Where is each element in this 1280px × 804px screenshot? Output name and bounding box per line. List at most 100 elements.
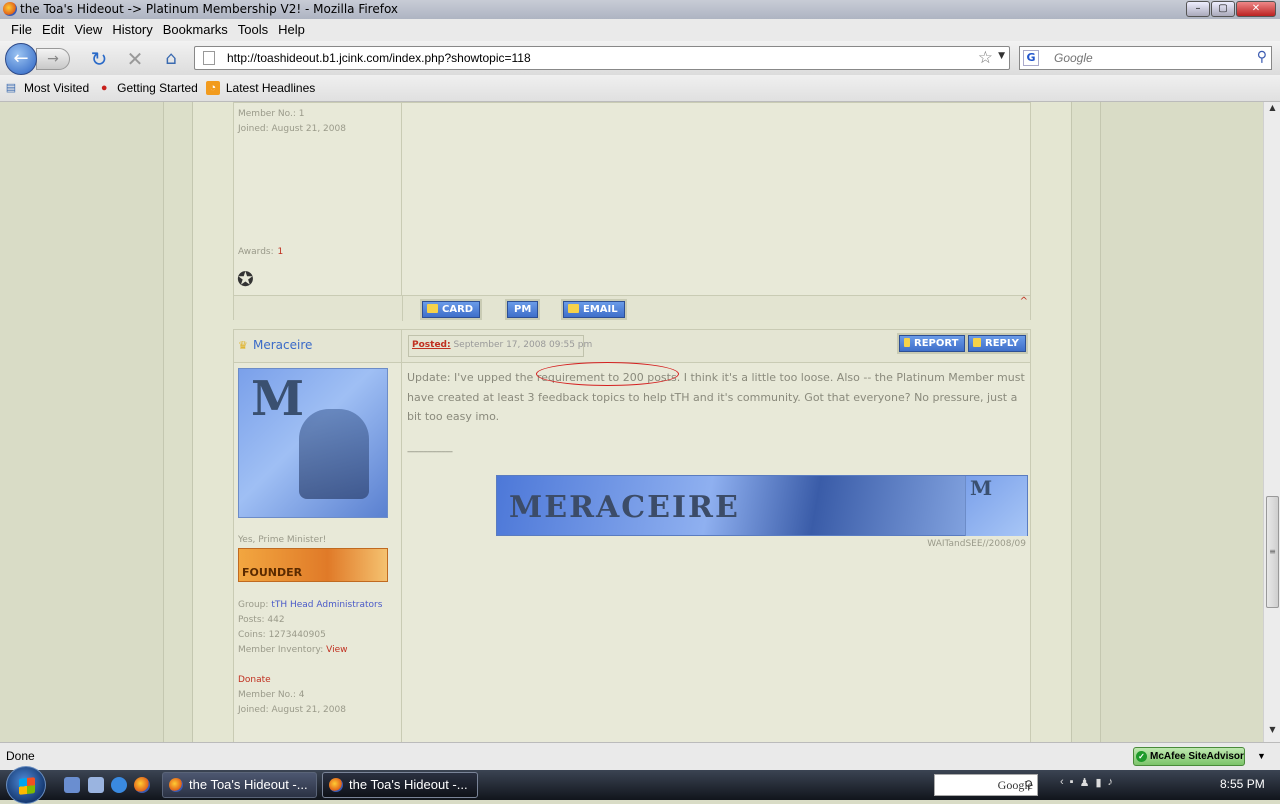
- volume-icon[interactable]: ♪: [1108, 776, 1114, 789]
- vertical-scrollbar[interactable]: ▲ ≡ ▼: [1263, 102, 1280, 742]
- menu-help[interactable]: Help: [273, 19, 310, 41]
- arrow-right-icon: →: [47, 51, 59, 67]
- award-star-icon[interactable]: ✪: [237, 267, 254, 291]
- signature-avatar: M: [965, 476, 1027, 536]
- scroll-thumb[interactable]: ≡: [1266, 496, 1279, 608]
- pm-button[interactable]: PM: [507, 301, 539, 318]
- bookmark-label: Latest Headlines: [225, 81, 316, 95]
- search-icon[interactable]: ⚲: [1257, 49, 1267, 65]
- bookmark-icon: ▤: [5, 82, 17, 94]
- post-author-column: Member No.: 1 Joined: August 21, 2008 Aw…: [234, 103, 402, 295]
- card-button[interactable]: CARD: [422, 301, 481, 318]
- reply-button[interactable]: REPLY: [968, 335, 1026, 352]
- menu-bookmarks[interactable]: Bookmarks: [158, 19, 233, 41]
- member-title: Yes, Prime Minister!: [238, 535, 327, 545]
- email-button[interactable]: EMAIL: [563, 301, 625, 318]
- start-button[interactable]: [6, 766, 46, 804]
- rss-icon: ◔: [205, 81, 220, 95]
- stop-button[interactable]: ✕: [124, 48, 146, 70]
- taskbar-item-firefox-1[interactable]: the Toa's Hideout -...: [162, 772, 317, 798]
- google-engine-icon[interactable]: G: [1023, 50, 1039, 66]
- firefox-logo-icon: [3, 2, 17, 16]
- post-header: ♛ Meraceire Posted: September 17, 2008 0…: [234, 330, 1030, 363]
- taskbar-item-firefox-2[interactable]: the Toa's Hideout -...: [322, 772, 478, 798]
- envelope-icon: [568, 304, 579, 313]
- report-label: REPORT: [914, 338, 959, 349]
- browser-window: the Toa's Hideout -> Platinum Membership…: [0, 0, 1280, 770]
- search-icon[interactable]: ⚲: [1024, 775, 1033, 795]
- navigation-toolbar: → ← ↻ ✕ ⌂ ☆ ▼ G ⚲: [0, 41, 1280, 75]
- posted-box: Posted: September 17, 2008 09:55 pm: [408, 335, 592, 357]
- bookmarks-toolbar: ▤ Most Visited ● Getting Started ◔ Lates…: [0, 75, 1280, 102]
- joined-date: Joined: August 21, 2008: [238, 705, 346, 715]
- firefox-quicklaunch-icon[interactable]: [134, 777, 150, 793]
- post-previous: Member No.: 1 Joined: August 21, 2008 Aw…: [233, 102, 1031, 321]
- window-switcher-icon[interactable]: [88, 777, 104, 793]
- signature-separator: --------------------: [407, 446, 453, 457]
- menu-edit[interactable]: Edit: [37, 19, 69, 41]
- search-bar: G ⚲: [1019, 46, 1272, 70]
- url-dropdown-icon[interactable]: ▼: [998, 51, 1005, 61]
- report-button[interactable]: REPORT: [899, 335, 966, 352]
- siteadvisor-button[interactable]: ✓ McAfee SiteAdvisor: [1133, 747, 1245, 766]
- back-to-top-link[interactable]: ^: [1020, 296, 1028, 307]
- scroll-up-icon[interactable]: ▲: [1265, 103, 1280, 119]
- donate-link[interactable]: Donate: [238, 675, 271, 685]
- reload-button[interactable]: ↻: [88, 48, 110, 70]
- menu-history[interactable]: History: [107, 19, 157, 41]
- signature-avatar-letter: M: [970, 476, 993, 500]
- post-text: Update: I've upped the requirement to 20…: [407, 371, 1025, 423]
- forward-button[interactable]: →: [36, 48, 70, 70]
- user-icon[interactable]: ♟: [1080, 776, 1090, 789]
- awards-count: 1: [277, 247, 284, 257]
- status-text: Done: [6, 749, 35, 763]
- tray-chevron-icon[interactable]: ‹: [1060, 776, 1064, 789]
- desktop-search-box[interactable]: Google ⚲: [934, 774, 1038, 796]
- posted-label[interactable]: Posted:: [412, 340, 451, 350]
- page-icon: [203, 51, 215, 65]
- bookmark-getting-started[interactable]: ● Getting Started: [97, 81, 198, 95]
- battery-icon[interactable]: ▮: [1095, 776, 1101, 789]
- menu-bar: File Edit View History Bookmarks Tools H…: [0, 19, 1280, 41]
- close-button[interactable]: ✕: [1236, 1, 1276, 17]
- menu-file[interactable]: File: [6, 19, 37, 41]
- firefox-logo-icon: [169, 778, 183, 792]
- ie-icon[interactable]: [111, 777, 127, 793]
- chevron-down-icon[interactable]: ▼: [1257, 751, 1266, 761]
- scroll-down-icon[interactable]: ▼: [1265, 725, 1280, 741]
- task-label: the Toa's Hideout -...: [189, 777, 308, 792]
- maximize-button[interactable]: ▢: [1211, 1, 1235, 17]
- bar-divider: [402, 296, 403, 321]
- home-button[interactable]: ⌂: [160, 48, 182, 70]
- member-number: Member No.: 1: [238, 109, 305, 119]
- menu-view[interactable]: View: [69, 19, 107, 41]
- post-body: Update: I've upped the requirement to 20…: [407, 368, 1025, 457]
- bookmark-star-icon[interactable]: ☆: [978, 48, 993, 68]
- rank-badge-text: FOUNDER: [242, 566, 303, 579]
- show-desktop-icon[interactable]: [64, 777, 80, 793]
- bookmark-most-visited[interactable]: ▤ Most Visited: [4, 81, 89, 95]
- author-cell: ♛ Meraceire: [234, 330, 402, 363]
- robot-helmet-image: [299, 409, 369, 499]
- search-input[interactable]: [1054, 50, 1249, 66]
- post-author-column: M Yes, Prime Minister! FOUNDER Group: tT…: [234, 363, 402, 742]
- url-input[interactable]: [227, 49, 957, 67]
- system-tray: ‹ ▪ ♟ ▮ ♪: [1060, 776, 1113, 789]
- posted-date: September 17, 2008 09:55 pm: [453, 340, 593, 350]
- joined-date: Joined: August 21, 2008: [238, 124, 346, 134]
- clock[interactable]: 8:55 PM: [1220, 777, 1265, 791]
- crown-icon: ♛: [238, 339, 248, 352]
- menu-tools[interactable]: Tools: [233, 19, 273, 41]
- network-icon[interactable]: ▪: [1070, 776, 1074, 789]
- inventory-view-link[interactable]: View: [326, 645, 347, 655]
- bookmark-latest-headlines[interactable]: ◔ Latest Headlines: [205, 81, 316, 95]
- back-button[interactable]: ←: [5, 43, 37, 75]
- user-icon: [427, 304, 438, 313]
- group-link[interactable]: tTH Head Administrators: [271, 600, 382, 610]
- author-name-link[interactable]: Meraceire: [253, 338, 312, 352]
- signature-banner-text: MERACEIRE: [509, 490, 740, 525]
- quote-icon: [973, 338, 981, 347]
- minimize-button[interactable]: –: [1186, 1, 1210, 17]
- group-line: Group: tTH Head Administrators: [238, 600, 382, 610]
- arrow-left-icon: ←: [13, 48, 29, 69]
